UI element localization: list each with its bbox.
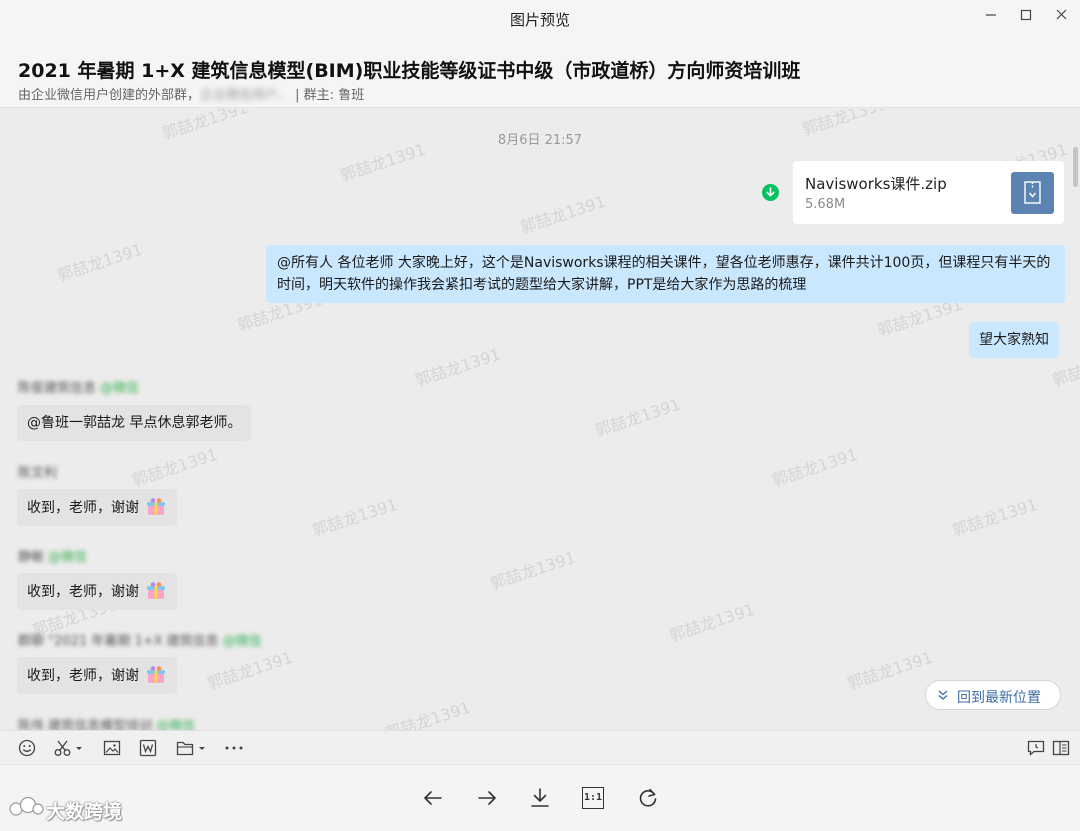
watermark: 郭喆龙1391 (592, 394, 683, 441)
watermark: 郭喆龙1391 (382, 697, 473, 730)
window-titlebar: 图片预览 (0, 0, 1080, 36)
double-chevron-down-icon (938, 690, 948, 700)
group-title: 2021 年暑期 1+X 建筑信息模型(BIM)职业技能等级证书中级（市政道桥）… (18, 60, 801, 82)
outgoing-message[interactable]: @所有人 各位老师 大家晚上好，这个是Navisworks课程的相关课件，望各位… (266, 245, 1065, 303)
watermark: 郭喆龙1391 (204, 647, 295, 694)
rotate-icon[interactable] (636, 786, 660, 810)
brand-logo-icon (9, 796, 44, 816)
message-text: @鲁班一郭喆龙 早点休息郭老师。 (27, 415, 242, 431)
jump-to-latest-button[interactable]: 回到最新位置 (925, 680, 1061, 710)
file-message-card[interactable]: Navisworks课件.zip 5.68M (793, 161, 1064, 224)
file-size: 5.68M (805, 197, 846, 212)
chat-scrollbar[interactable] (1073, 147, 1078, 187)
sender-name-redacted: 陈文利 (18, 466, 58, 481)
message-sender: 陈伟 建筑信息模型培训 @微信 (18, 715, 195, 730)
file-name: Navisworks课件.zip (805, 175, 947, 193)
sender-name-redacted: 陈俊建筑信息 (18, 381, 97, 396)
chat-history-icon[interactable] (1027, 739, 1045, 757)
incoming-message[interactable]: 收到，老师，谢谢 (17, 657, 178, 694)
gift-emoji-icon (147, 498, 166, 515)
watermark: 郭喆龙1391 (949, 494, 1040, 541)
download-icon[interactable] (528, 786, 552, 810)
incoming-message[interactable]: 收到，老师，谢谢 (17, 573, 178, 610)
gift-emoji-icon (147, 582, 166, 599)
group-members-redacted: 企业微信用户、 (200, 88, 292, 103)
watermark: 郭喆龙1391 (666, 599, 757, 646)
maximize-button[interactable] (1015, 6, 1037, 24)
gift-emoji-icon (147, 666, 166, 683)
sender-tag: @微信 (222, 634, 262, 649)
message-text: 收到，老师，谢谢 (27, 584, 139, 600)
scissors-icon[interactable] (54, 739, 86, 757)
message-sender: 陈俊建筑信息 @微信 (18, 377, 139, 396)
more-icon[interactable] (224, 739, 244, 757)
window-title: 图片预览 (509, 11, 570, 29)
actual-size-button[interactable]: 1:1 (582, 787, 604, 809)
incoming-message[interactable]: 收到，老师，谢谢 (17, 489, 178, 526)
message-text: 收到，老师，谢谢 (27, 500, 139, 516)
watermark: 郭喆龙1391 (54, 239, 145, 286)
emoji-icon[interactable] (18, 739, 36, 757)
message-sender: 群聊 "2021 年暑期 1+X 建筑信息 @微信 (18, 630, 262, 649)
outgoing-message[interactable]: 望大家熟知 (969, 322, 1059, 358)
sender-name-redacted: 静敏 (18, 550, 45, 565)
brand-name: 大数跨境 (46, 801, 123, 823)
sender-tag: @微信 (156, 719, 196, 730)
sender-tag: @微信 (48, 550, 88, 565)
minimize-button[interactable] (980, 6, 1002, 24)
image-viewer-toolbar: 大数跨境 1:1 (0, 764, 1080, 831)
incoming-message[interactable]: @鲁班一郭喆龙 早点休息郭老师。 (17, 405, 252, 441)
sidebar-icon[interactable] (1052, 739, 1070, 757)
group-subtitle: 由企业微信用户创建的外部群，企业微信用户、 | 群主: 鲁班 (18, 84, 364, 103)
folder-icon[interactable] (176, 739, 208, 757)
sender-name-redacted: 群聊 "2021 年暑期 1+X 建筑信息 (18, 634, 219, 649)
jump-to-latest-label: 回到最新位置 (957, 690, 1041, 706)
next-arrow-icon[interactable] (475, 786, 499, 810)
watermark: 郭喆龙1391 (412, 344, 503, 391)
message-text: 收到，老师，谢谢 (27, 668, 139, 684)
watermark: 郭喆龙1391 (769, 444, 860, 491)
group-owner: | 群主: 鲁班 (295, 88, 365, 103)
input-toolbar (0, 730, 1080, 764)
image-icon[interactable] (103, 739, 121, 757)
watermark: 郭喆龙1391 (517, 191, 608, 238)
brand-watermark: 大数跨境 (8, 796, 123, 824)
word-icon[interactable] (139, 739, 157, 757)
chat-message-area[interactable]: 郭喆龙1391 郭喆龙1391 郭喆龙1391 郭喆龙1391 郭喆龙1391 … (0, 109, 1080, 730)
close-button[interactable] (1051, 6, 1073, 24)
message-sender: 静敏 @微信 (18, 546, 87, 565)
watermark: 郭喆龙1391 (487, 547, 578, 594)
previous-arrow-icon[interactable] (421, 786, 445, 810)
chat-header: 2021 年暑期 1+X 建筑信息模型(BIM)职业技能等级证书中级（市政道桥）… (0, 36, 1080, 108)
sender-name-redacted: 陈伟 建筑信息模型培训 (18, 719, 153, 730)
message-sender: 陈文利 (18, 462, 57, 481)
watermark: 郭喆龙1391 (309, 494, 400, 541)
watermark: 郭喆龙1391 (844, 647, 935, 694)
zip-file-icon (1011, 172, 1054, 214)
group-subtitle-prefix: 由企业微信用户创建的外部群， (18, 88, 201, 103)
download-complete-icon (762, 184, 779, 201)
message-timestamp: 8月6日 21:57 (497, 133, 583, 148)
watermark: 郭喆龙1391 (129, 444, 220, 491)
sender-tag: @微信 (100, 381, 140, 396)
